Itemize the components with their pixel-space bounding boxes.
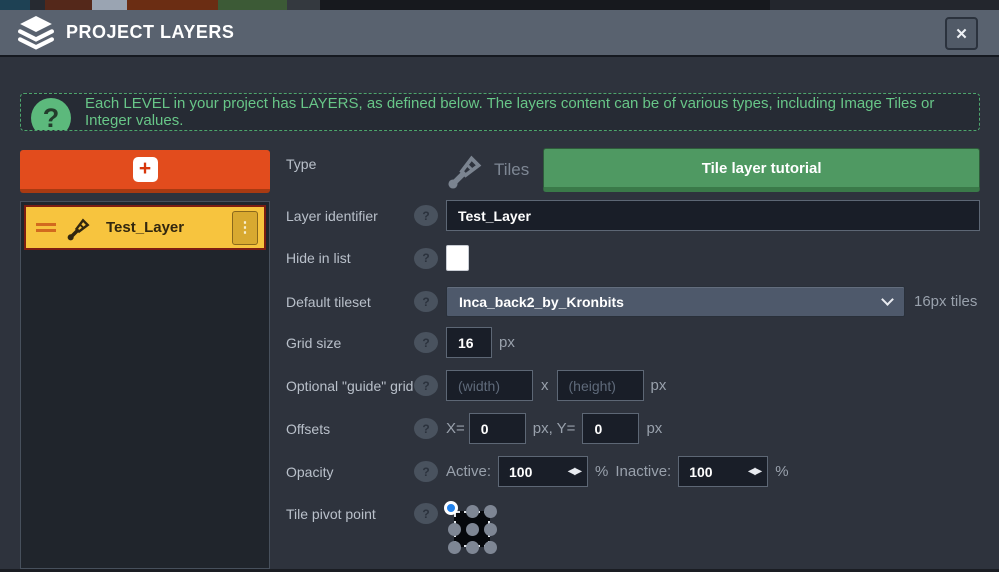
opacity-row: Opacity ? Active: 100 ◀▶ % Inactive: 100… — [286, 456, 980, 487]
guide-grid-label: Optional "guide" grid — [286, 378, 414, 394]
offsets-row: Offsets ? X= px, Y= px — [286, 413, 980, 444]
percent-sign: % — [775, 463, 788, 480]
pivot-dot[interactable] — [466, 523, 479, 536]
grid-size-row: Grid size ? px — [286, 327, 980, 358]
layer-settings-form: Type Tiles Tile layer tutorial Layer ide… — [286, 140, 980, 555]
tiles-layer-icon — [66, 214, 94, 242]
layers-icon — [16, 15, 56, 51]
strip-segment — [45, 0, 92, 10]
strip-segment — [127, 0, 218, 10]
strip-segment — [287, 0, 320, 10]
inactive-opacity-input[interactable]: 100 ◀▶ — [678, 456, 768, 487]
strip-segment — [92, 0, 127, 10]
type-row: Type Tiles Tile layer tutorial — [286, 148, 980, 192]
question-mark-icon: ? — [31, 98, 71, 131]
layers-sidebar: + Test_Layer ⋮ — [20, 150, 270, 569]
active-opacity-input[interactable]: 100 ◀▶ — [498, 456, 588, 487]
pivot-dot-selected[interactable] — [444, 501, 458, 515]
active-opacity-label: Active: — [446, 463, 491, 480]
pivot-dot[interactable] — [448, 541, 461, 554]
pivot-dot[interactable] — [466, 505, 479, 518]
tile-pivot-row: Tile pivot point ? — [286, 503, 980, 555]
layer-list-item[interactable]: Test_Layer ⋮ — [24, 205, 266, 250]
help-icon[interactable]: ? — [414, 503, 438, 524]
strip-segment — [218, 0, 287, 10]
grid-size-input[interactable] — [446, 327, 492, 358]
kebab-icon: ⋮ — [238, 220, 253, 235]
plus-icon: + — [133, 157, 158, 182]
layer-type-value: Tiles — [494, 160, 529, 180]
offset-x-label: X= — [446, 420, 465, 437]
spinner-arrows-icon[interactable]: ◀▶ — [568, 466, 587, 477]
opacity-label: Opacity — [286, 464, 414, 480]
pivot-dot[interactable] — [484, 541, 497, 554]
info-banner: ? Each LEVEL in your project has LAYERS,… — [20, 93, 980, 131]
brush-icon — [446, 149, 488, 191]
guide-height-input[interactable] — [557, 370, 644, 401]
drag-handle-icon[interactable] — [36, 220, 56, 235]
strip-segment — [770, 0, 999, 10]
help-icon[interactable]: ? — [414, 332, 438, 353]
grid-size-unit: px — [499, 334, 515, 351]
help-icon[interactable]: ? — [414, 418, 438, 439]
offset-separator: px, Y= — [533, 420, 576, 437]
help-icon[interactable]: ? — [414, 248, 438, 269]
pivot-dot[interactable] — [448, 523, 461, 536]
default-tileset-select[interactable]: Inca_back2_by_Kronbits — [446, 286, 905, 317]
default-tileset-label: Default tileset — [286, 294, 414, 310]
help-icon[interactable]: ? — [414, 291, 438, 312]
help-icon[interactable]: ? — [414, 375, 438, 396]
strip-segment — [320, 0, 770, 10]
spinner-arrows-icon[interactable]: ◀▶ — [748, 466, 767, 477]
guide-separator: x — [541, 377, 549, 394]
tile-layer-tutorial-button[interactable]: Tile layer tutorial — [543, 148, 980, 192]
info-banner-text: Each LEVEL in your project has LAYERS, a… — [85, 95, 979, 129]
selected-tileset: Inca_back2_by_Kronbits — [459, 294, 883, 310]
guide-width-input[interactable] — [446, 370, 533, 401]
layer-name: Test_Layer — [106, 219, 232, 236]
strip-segment — [0, 0, 30, 10]
offset-y-input[interactable] — [582, 413, 639, 444]
layer-identifier-input[interactable] — [446, 200, 980, 231]
inactive-opacity-label: Inactive: — [615, 463, 671, 480]
tileset-size-note: 16px tiles — [914, 293, 977, 310]
pivot-dot[interactable] — [466, 541, 479, 554]
help-icon[interactable]: ? — [414, 205, 438, 226]
offset-x-input[interactable] — [469, 413, 526, 444]
type-label: Type — [286, 148, 414, 172]
default-tileset-row: Default tileset ? Inca_back2_by_Kronbits… — [286, 286, 980, 317]
dialog-header: PROJECT LAYERS ✕ — [0, 10, 999, 57]
grid-size-label: Grid size — [286, 335, 414, 351]
tile-pivot-grid[interactable] — [446, 503, 498, 555]
active-opacity-value: 100 — [499, 464, 568, 480]
close-icon: ✕ — [955, 25, 968, 43]
layers-list: Test_Layer ⋮ — [20, 201, 270, 569]
close-button[interactable]: ✕ — [945, 17, 978, 50]
identifier-row: Layer identifier ? — [286, 200, 980, 231]
identifier-label: Layer identifier — [286, 208, 414, 224]
offsets-unit: px — [646, 420, 662, 437]
tile-pivot-label: Tile pivot point — [286, 503, 414, 522]
tutorial-button-label: Tile layer tutorial — [702, 160, 822, 177]
strip-segment — [30, 0, 45, 10]
add-layer-button[interactable]: + — [20, 150, 270, 193]
hide-in-list-checkbox[interactable] — [446, 245, 469, 271]
layer-menu-button[interactable]: ⋮ — [232, 211, 258, 245]
guide-grid-unit: px — [651, 377, 667, 394]
pivot-dot[interactable] — [484, 523, 497, 536]
chevron-down-icon — [881, 293, 894, 306]
help-icon[interactable]: ? — [414, 461, 438, 482]
hide-in-list-row: Hide in list ? — [286, 245, 980, 271]
percent-sign: % — [595, 463, 608, 480]
offsets-label: Offsets — [286, 421, 414, 437]
pivot-dot[interactable] — [484, 505, 497, 518]
page-title: PROJECT LAYERS — [66, 22, 234, 43]
background-app-strip — [0, 0, 999, 10]
guide-grid-row: Optional "guide" grid ? x px — [286, 370, 980, 401]
inactive-opacity-value: 100 — [679, 464, 748, 480]
hide-in-list-label: Hide in list — [286, 250, 414, 266]
